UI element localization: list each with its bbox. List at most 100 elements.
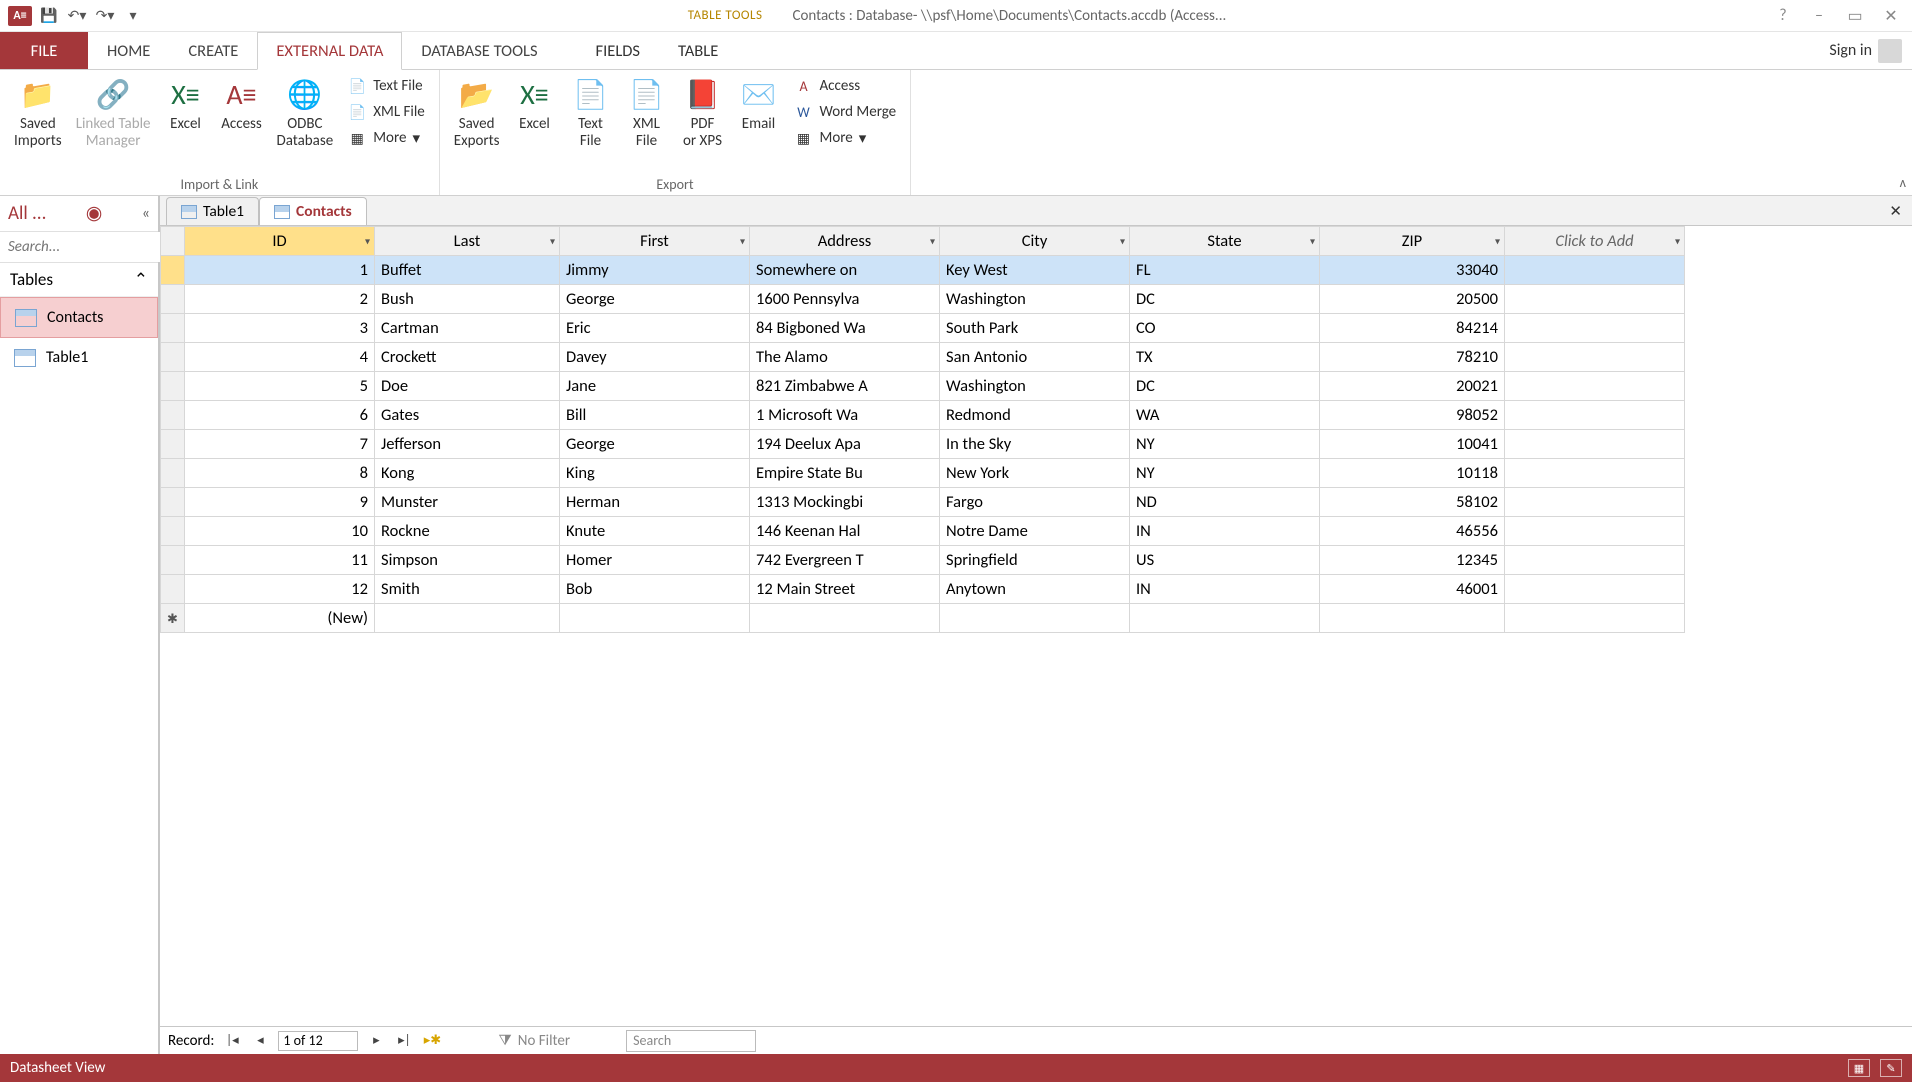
cell-city[interactable]: Springfield [940, 546, 1130, 575]
import-excel-button[interactable]: X≡Excel [161, 74, 211, 135]
col-header-id[interactable]: ID▾ [185, 227, 375, 256]
cell-address[interactable]: Somewhere on [750, 256, 940, 285]
cell-last[interactable]: Kong [375, 459, 560, 488]
row-selector[interactable] [161, 401, 185, 430]
cell-zip[interactable]: 46556 [1320, 517, 1505, 546]
chevron-down-icon[interactable]: ▾ [1120, 235, 1125, 248]
cell-zip[interactable]: 58102 [1320, 488, 1505, 517]
row-selector[interactable] [161, 604, 185, 633]
datasheet-grid[interactable]: ID▾ Last▾ First▾ Address▾ City▾ State▾ Z… [160, 226, 1912, 1026]
cell-address[interactable]: 1600 Pennsylva [750, 285, 940, 314]
col-header-zip[interactable]: ZIP▾ [1320, 227, 1505, 256]
cell-state[interactable]: US [1130, 546, 1320, 575]
cell-address[interactable]: 742 Evergreen T [750, 546, 940, 575]
import-odbc-button[interactable]: 🌐ODBC Database [273, 74, 338, 153]
row-selector[interactable] [161, 546, 185, 575]
chevron-down-icon[interactable]: ▾ [365, 235, 370, 248]
cell-state[interactable]: ND [1130, 488, 1320, 517]
cell-id[interactable]: 11 [185, 546, 375, 575]
table-row[interactable]: 3CartmanEric84 Bigboned WaSouth ParkCO84… [161, 314, 1685, 343]
nav-item-contacts[interactable]: Contacts [0, 297, 158, 338]
file-tab[interactable]: FILE [0, 32, 88, 69]
nav-section-tables[interactable]: Tables ⌃ [0, 263, 158, 297]
cell-id[interactable]: 2 [185, 285, 375, 314]
chevron-down-icon[interactable]: ▾ [740, 235, 745, 248]
cell-id[interactable]: 12 [185, 575, 375, 604]
cell-first[interactable]: Jimmy [560, 256, 750, 285]
cell-last[interactable]: Munster [375, 488, 560, 517]
tab-create[interactable]: CREATE [169, 32, 257, 69]
cell-state[interactable]: NY [1130, 430, 1320, 459]
export-word-merge-button[interactable]: WWord Merge [790, 100, 901, 124]
cell-last[interactable]: Buffet [375, 256, 560, 285]
export-pdf-xps-button[interactable]: 📕PDF or XPS [678, 74, 728, 153]
tab-fields[interactable]: FIELDS [577, 32, 659, 69]
cell-empty[interactable] [1505, 285, 1685, 314]
table-row[interactable]: 10RockneKnute146 Keenan HalNotre DameIN4… [161, 517, 1685, 546]
doc-tab-contacts[interactable]: Contacts [259, 197, 367, 225]
help-button[interactable]: ? [1770, 6, 1796, 26]
cell-address[interactable]: 12 Main Street [750, 575, 940, 604]
cell-empty[interactable] [1505, 401, 1685, 430]
datasheet-view-button[interactable]: ▦ [1848, 1059, 1870, 1077]
cell-last[interactable]: Jefferson [375, 430, 560, 459]
cell-address[interactable]: 1313 Mockingbi [750, 488, 940, 517]
cell-address[interactable]: 84 Bigboned Wa [750, 314, 940, 343]
cell-zip[interactable]: 46001 [1320, 575, 1505, 604]
save-icon[interactable]: 💾 [38, 5, 60, 27]
cell-id[interactable]: 5 [185, 372, 375, 401]
next-record-button[interactable]: ▸ [366, 1031, 386, 1051]
row-selector[interactable] [161, 314, 185, 343]
doc-tab-table1[interactable]: Table1 [166, 197, 259, 225]
col-header-state[interactable]: State▾ [1130, 227, 1320, 256]
cell-address[interactable]: The Alamo [750, 343, 940, 372]
cell-id[interactable]: 3 [185, 314, 375, 343]
table-row[interactable]: 7JeffersonGeorge194 Deelux ApaIn the Sky… [161, 430, 1685, 459]
cell-address[interactable]: 1 Microsoft Wa [750, 401, 940, 430]
cell-city[interactable]: San Antonio [940, 343, 1130, 372]
cell-state[interactable]: IN [1130, 575, 1320, 604]
row-selector[interactable] [161, 343, 185, 372]
cell-first[interactable]: Bill [560, 401, 750, 430]
cell-zip[interactable]: 84214 [1320, 314, 1505, 343]
cell-state[interactable]: FL [1130, 256, 1320, 285]
cell-address[interactable]: Empire State Bu [750, 459, 940, 488]
cell-address[interactable]: 821 Zimbabwe A [750, 372, 940, 401]
cell-city[interactable]: Redmond [940, 401, 1130, 430]
cell-city[interactable]: Fargo [940, 488, 1130, 517]
tab-external-data[interactable]: EXTERNAL DATA [257, 32, 402, 70]
tab-home[interactable]: HOME [88, 32, 169, 69]
cell-first[interactable]: Davey [560, 343, 750, 372]
cell-last[interactable]: Gates [375, 401, 560, 430]
cell-empty[interactable] [1505, 372, 1685, 401]
cell-first[interactable]: King [560, 459, 750, 488]
import-text-file-button[interactable]: 📄Text File [343, 74, 429, 98]
export-excel-button[interactable]: X≡Excel [510, 74, 560, 135]
chevron-down-icon[interactable]: ▾ [930, 235, 935, 248]
cell-address[interactable]: 194 Deelux Apa [750, 430, 940, 459]
export-xml-file-button[interactable]: 📄XML File [622, 74, 672, 153]
cell-zip[interactable]: 33040 [1320, 256, 1505, 285]
cell-empty[interactable] [1505, 546, 1685, 575]
col-header-address[interactable]: Address▾ [750, 227, 940, 256]
import-access-button[interactable]: A≡Access [217, 74, 267, 135]
cell-empty[interactable] [1505, 343, 1685, 372]
sign-in[interactable]: Sign in [1829, 32, 1902, 69]
cell-city[interactable]: Anytown [940, 575, 1130, 604]
cell-state[interactable]: TX [1130, 343, 1320, 372]
table-row[interactable]: 4CrockettDaveyThe AlamoSan AntonioTX7821… [161, 343, 1685, 372]
row-selector[interactable] [161, 430, 185, 459]
table-row[interactable]: 9MunsterHerman1313 MockingbiFargoND58102 [161, 488, 1685, 517]
chevron-down-icon[interactable]: ▾ [1495, 235, 1500, 248]
table-row[interactable]: 11SimpsonHomer742 Evergreen TSpringfield… [161, 546, 1685, 575]
table-row[interactable]: 5DoeJane821 Zimbabwe AWashingtonDC20021 [161, 372, 1685, 401]
record-search-input[interactable] [626, 1030, 756, 1052]
cell-empty[interactable] [1505, 517, 1685, 546]
cell-id[interactable]: 1 [185, 256, 375, 285]
cell-city[interactable]: New York [940, 459, 1130, 488]
cell-first[interactable]: George [560, 430, 750, 459]
row-selector[interactable] [161, 488, 185, 517]
table-row[interactable]: 8KongKingEmpire State BuNew YorkNY10118 [161, 459, 1685, 488]
cell-state[interactable]: DC [1130, 285, 1320, 314]
cell-empty[interactable] [1505, 575, 1685, 604]
